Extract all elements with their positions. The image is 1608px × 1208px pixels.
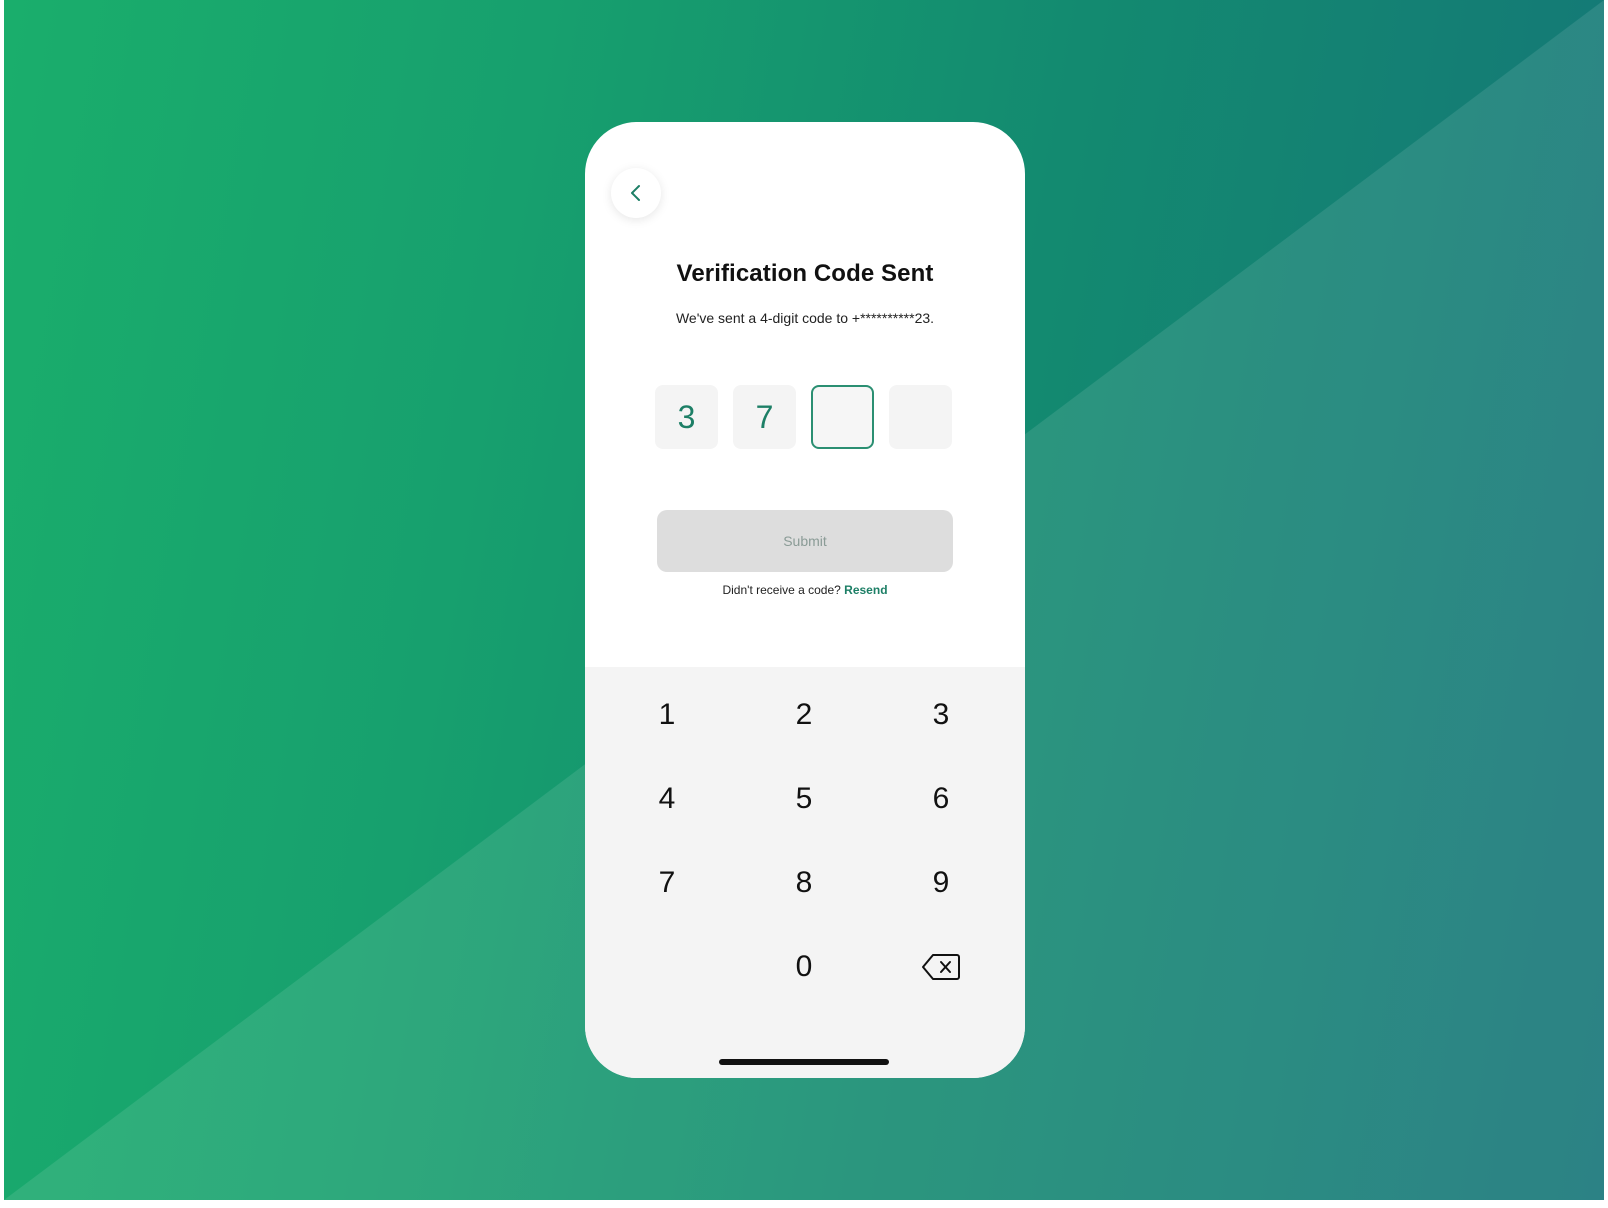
key-8[interactable]: 8 [744, 848, 864, 918]
backspace-key[interactable] [881, 932, 1001, 1002]
otp-digit-4[interactable] [889, 385, 952, 449]
otp-digit-2[interactable]: 7 [733, 385, 796, 449]
otp-digit-1[interactable]: 3 [655, 385, 718, 449]
key-4[interactable]: 4 [607, 764, 727, 834]
key-3[interactable]: 3 [881, 680, 1001, 750]
backspace-icon [922, 954, 960, 980]
home-indicator [719, 1059, 889, 1065]
key-5[interactable]: 5 [744, 764, 864, 834]
numeric-keypad: 1 2 3 4 5 6 7 8 9 0 [585, 667, 1025, 1078]
key-0[interactable]: 0 [744, 932, 864, 1002]
otp-digit-3[interactable] [811, 385, 874, 449]
key-6[interactable]: 6 [881, 764, 1001, 834]
submit-button[interactable]: Submit [657, 510, 953, 572]
back-button[interactable] [611, 168, 661, 218]
phone-screen: Verification Code Sent We've sent a 4-di… [585, 122, 1025, 1078]
key-9[interactable]: 9 [881, 848, 1001, 918]
code-sent-description: We've sent a 4-digit code to +**********… [675, 310, 935, 326]
resend-prompt-text: Didn't receive a code? [722, 583, 841, 597]
key-empty [607, 932, 727, 1002]
key-1[interactable]: 1 [607, 680, 727, 750]
chevron-left-icon [631, 185, 640, 201]
key-7[interactable]: 7 [607, 848, 727, 918]
key-2[interactable]: 2 [744, 680, 864, 750]
page-title: Verification Code Sent [676, 260, 934, 287]
resend-link[interactable]: Resend [844, 583, 887, 597]
resend-prompt: Didn't receive a code? Resend [585, 583, 1025, 597]
otp-input-group: 3 7 [655, 385, 955, 449]
